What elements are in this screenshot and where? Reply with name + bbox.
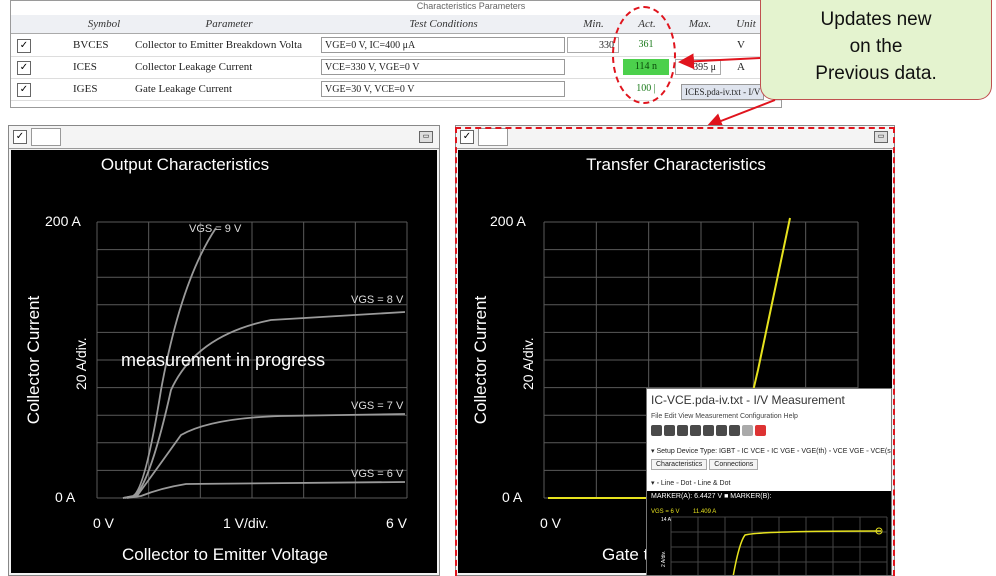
save-icon[interactable] [677, 425, 688, 436]
panel-checkbox[interactable]: ✓ [460, 130, 474, 144]
plot-title: Output Characteristics [101, 155, 269, 174]
tab-bar: Characteristics Connections [651, 459, 760, 470]
x-axis-title: Collector to Emitter Voltage [122, 545, 328, 564]
curve-vgs-7 [124, 413, 406, 499]
plot-grid [670, 516, 888, 575]
open-icon[interactable] [664, 425, 675, 436]
curve-label: VGS = 7 V [351, 400, 404, 412]
inset-y-div: 2 A/div. [661, 551, 667, 567]
toolbar [651, 425, 889, 441]
panel-toolbar: ✓ ▭ [9, 126, 439, 149]
cut-icon[interactable] [690, 425, 701, 436]
window-title: IC-VCE.pda-iv.txt - I/V Measurement [651, 393, 845, 407]
curve-label: VGS = 8 V [351, 294, 404, 306]
curve-label: VGS = 6 V [351, 468, 404, 480]
export-icon[interactable]: ▭ [419, 131, 433, 143]
export-icon[interactable]: ▭ [874, 131, 888, 143]
inset-series-label: VGS = 6 V [651, 509, 680, 515]
inset-plot: VGS = 6 V 11.409 A 14 A 2 A/div. [647, 503, 891, 575]
x-mid-label: 1 V/div. [223, 515, 269, 531]
marker-readout: MARKER(A): 6.4427 V ■ MARKER(B): [647, 491, 891, 503]
arrow-to-panel [706, 99, 776, 129]
iv-measurement-window[interactable]: IC-VCE.pda-iv.txt - I/V Measurement File… [646, 388, 892, 576]
menu-bar[interactable]: File Edit View Measurement Configuration… [651, 413, 798, 420]
y-bottom-label: 0 A [502, 489, 523, 505]
stop-icon[interactable] [755, 425, 766, 436]
panel-toolbar: ✓ ▭ [456, 126, 894, 149]
panel-checkbox[interactable]: ✓ [13, 130, 27, 144]
paste-icon[interactable] [716, 425, 727, 436]
print-icon[interactable] [729, 425, 740, 436]
run-icon[interactable] [742, 425, 753, 436]
output-plot: Output Characteristics 200 A 0 A 20 A/di… [11, 150, 437, 573]
y-div-label: 20 A/div. [73, 337, 89, 390]
plot-title: Transfer Characteristics [586, 155, 766, 174]
y-axis-title: Collector Current [24, 295, 43, 424]
output-plot-svg: Output Characteristics 200 A 0 A 20 A/di… [24, 155, 408, 564]
inset-y-top: 14 A [661, 517, 672, 523]
line-options[interactable]: ▾ ◦ Line ◦ Dot ◦ Line & Dot [651, 479, 730, 487]
curve-vgs-6 [126, 481, 406, 499]
y-axis-title: Collector Current [471, 295, 490, 424]
y-top-label: 200 A [45, 213, 81, 229]
arrow-to-act [678, 53, 761, 70]
y-top-label: 200 A [490, 213, 526, 229]
y-bottom-label: 0 A [55, 489, 76, 505]
x-axis-title: Gate t [602, 545, 649, 564]
copy-icon[interactable] [703, 425, 714, 436]
panel-field[interactable] [478, 128, 508, 146]
inset-plot-svg: VGS = 6 V 11.409 A 14 A 2 A/div. [651, 509, 888, 575]
output-characteristics-panel: ✓ ▭ Output Characteristics 200 A 0 A 20 … [8, 125, 440, 576]
progress-overlay: measurement in progress [121, 350, 325, 370]
curve-label: VGS = 9 V [189, 223, 242, 235]
x-left-label: 0 V [93, 515, 115, 531]
inset-value-label: 11.409 A [693, 509, 716, 515]
x-right-label: 6 V [386, 515, 408, 531]
tab-characteristics[interactable]: Characteristics [651, 459, 708, 470]
tab-connections[interactable]: Connections [709, 459, 759, 470]
setup-row[interactable]: ▾ Setup Device Type: IGBT ◦ IC VCE ◦ IC … [651, 447, 891, 455]
inset-curve [732, 530, 882, 575]
new-icon[interactable] [651, 425, 662, 436]
y-div-label: 20 A/div. [520, 337, 536, 390]
x-left-label: 0 V [540, 515, 562, 531]
panel-field[interactable] [31, 128, 61, 146]
